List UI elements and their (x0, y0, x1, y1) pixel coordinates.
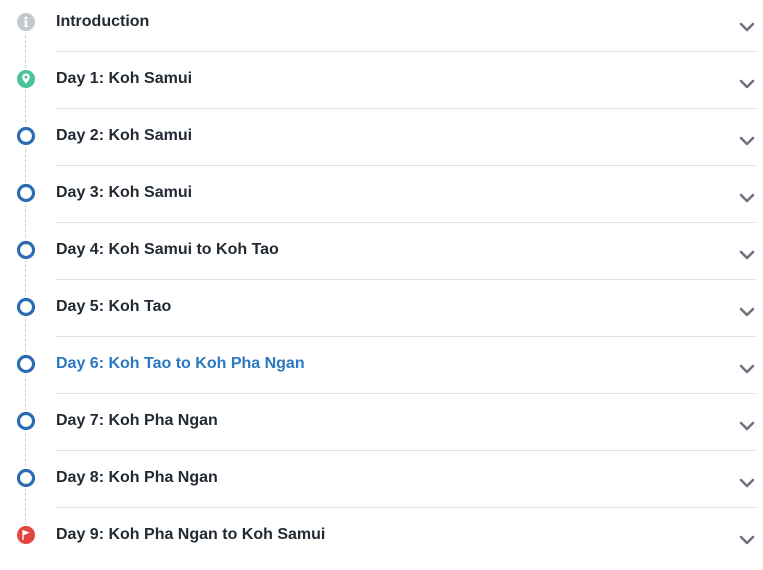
accordion-item-day-9[interactable]: Day 9: Koh Pha Ngan to Koh Samui (0, 513, 763, 570)
accordion-item-day-3[interactable]: Day 3: Koh Samui (0, 171, 763, 228)
chevron-down-icon (739, 535, 755, 545)
accordion-item-day-6[interactable]: Day 6: Koh Tao to Koh Pha Ngan (0, 342, 763, 399)
chevron-down-icon (739, 478, 755, 488)
flag-icon (15, 524, 37, 546)
chevron-down-icon (739, 136, 755, 146)
accordion-item-day-2[interactable]: Day 2: Koh Samui (0, 114, 763, 171)
divider (56, 336, 756, 337)
accordion-item-day-7[interactable]: Day 7: Koh Pha Ngan (0, 399, 763, 456)
accordion-item-title: Day 3: Koh Samui (56, 184, 193, 201)
chevron-down-icon (739, 364, 755, 374)
divider (56, 393, 756, 394)
accordion-item-title: Day 5: Koh Tao (56, 298, 172, 315)
accordion-item-introduction[interactable]: Introduction (0, 0, 763, 57)
divider (56, 507, 756, 508)
accordion-item-title: Day 2: Koh Samui (56, 127, 193, 144)
chevron-down-icon (739, 79, 755, 89)
accordion-item-title: Day 7: Koh Pha Ngan (56, 412, 218, 429)
circle-marker-icon (15, 410, 37, 432)
info-icon (15, 11, 37, 33)
accordion-item-title: Day 8: Koh Pha Ngan (56, 469, 218, 486)
circle-marker-icon (15, 467, 37, 489)
chevron-down-icon (739, 421, 755, 431)
divider (56, 450, 756, 451)
chevron-down-icon (739, 250, 755, 260)
accordion-item-title: Day 1: Koh Samui (56, 70, 193, 87)
accordion-item-title: Day 9: Koh Pha Ngan to Koh Samui (56, 526, 326, 543)
accordion-item-day-1[interactable]: Day 1: Koh Samui (0, 57, 763, 114)
chevron-down-icon (739, 193, 755, 203)
accordion-item-day-5[interactable]: Day 5: Koh Tao (0, 285, 763, 342)
circle-marker-icon (15, 239, 37, 261)
divider (56, 279, 756, 280)
circle-marker-icon (15, 125, 37, 147)
map-pin-icon (15, 68, 37, 90)
accordion-item-title: Day 6: Koh Tao to Koh Pha Ngan (56, 355, 305, 372)
divider (56, 108, 756, 109)
divider (56, 51, 756, 52)
divider (56, 222, 756, 223)
accordion-item-title: Day 4: Koh Samui to Koh Tao (56, 241, 279, 258)
chevron-down-icon (739, 307, 755, 317)
divider (56, 165, 756, 166)
circle-marker-icon (15, 296, 37, 318)
accordion-item-day-4[interactable]: Day 4: Koh Samui to Koh Tao (0, 228, 763, 285)
accordion-item-title: Introduction (56, 13, 150, 30)
accordion-item-day-8[interactable]: Day 8: Koh Pha Ngan (0, 456, 763, 513)
chevron-down-icon (739, 22, 755, 32)
circle-marker-icon (15, 182, 37, 204)
circle-marker-icon (15, 353, 37, 375)
